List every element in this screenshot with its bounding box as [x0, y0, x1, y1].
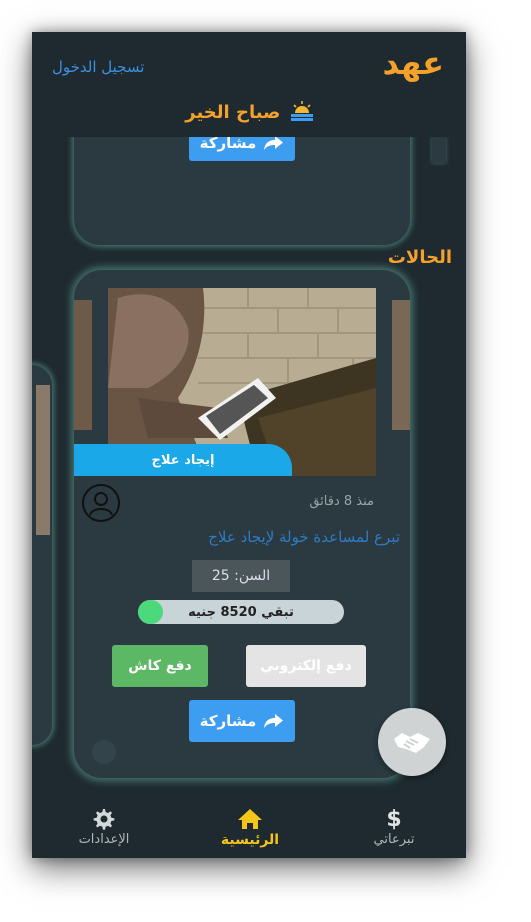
remaining-amount: تبقي 8520 جنيه [188, 604, 294, 620]
donation-progress-bar: تبقي 8520 جنيه [138, 600, 344, 624]
bottom-nav: الإعدادات الرئيسية $ تبرعاتي [32, 802, 466, 858]
nav-home-label: الرئيسية [220, 832, 280, 848]
cases-scroll-area[interactable]: مشاركة الحالات إيجاد علاج منذ 8 دقائق تب… [32, 137, 466, 802]
case-category-tag: إيجاد علاج [74, 444, 292, 476]
donate-fab[interactable] [378, 708, 446, 776]
login-link[interactable]: تسجيل الدخول [52, 58, 144, 76]
side-case-card[interactable] [32, 365, 52, 745]
electronic-payment-button[interactable]: دفع إلكتروني [246, 645, 366, 687]
case-share-button[interactable]: مشاركة [189, 700, 295, 742]
dollar-icon: $ [386, 806, 402, 832]
share-arrow-icon [264, 137, 284, 150]
age-badge: السن: 25 [192, 560, 290, 592]
user-icon [89, 492, 113, 516]
prev-photo-edge [74, 300, 92, 430]
section-title: الحالات [387, 247, 452, 268]
pager-dot [92, 740, 116, 764]
home-icon [238, 809, 262, 829]
nav-donations-label: تبرعاتي [373, 832, 415, 847]
previous-case-card: مشاركة [74, 137, 410, 245]
header: عهد تسجيل الدخول صباح الخير [32, 32, 466, 137]
share-arrow-icon [264, 714, 284, 728]
greeting-text: صباح الخير [185, 102, 281, 123]
side-case-image [36, 385, 50, 535]
app-logo: عهد [382, 44, 444, 82]
nav-settings-label: الإعدادات [78, 832, 130, 847]
cash-payment-button[interactable]: دفع كاش [112, 645, 208, 687]
case-title[interactable]: تبرع لمساعدة خولة لإيجاد علاج [208, 528, 400, 546]
nav-settings[interactable]: الإعدادات [54, 806, 154, 847]
case-time-ago: منذ 8 دقائق [309, 494, 374, 509]
share-button[interactable]: مشاركة [189, 137, 295, 161]
nav-home[interactable]: الرئيسية [200, 806, 300, 848]
app-screen: مشاركة الحالات إيجاد علاج منذ 8 دقائق تب… [32, 32, 466, 858]
next-card-edge [432, 137, 446, 163]
greeting: صباح الخير [32, 100, 466, 123]
next-photo-edge [392, 300, 410, 430]
case-card[interactable]: إيجاد علاج منذ 8 دقائق تبرع لمساعدة خولة… [74, 270, 410, 778]
share-label: مشاركة [199, 137, 257, 152]
share-label: مشاركة [199, 712, 257, 730]
handshake-icon [394, 733, 430, 753]
gear-icon [93, 809, 115, 830]
sunrise-icon [290, 101, 313, 121]
user-avatar[interactable] [82, 484, 120, 522]
nav-my-donations[interactable]: $ تبرعاتي [344, 806, 444, 848]
